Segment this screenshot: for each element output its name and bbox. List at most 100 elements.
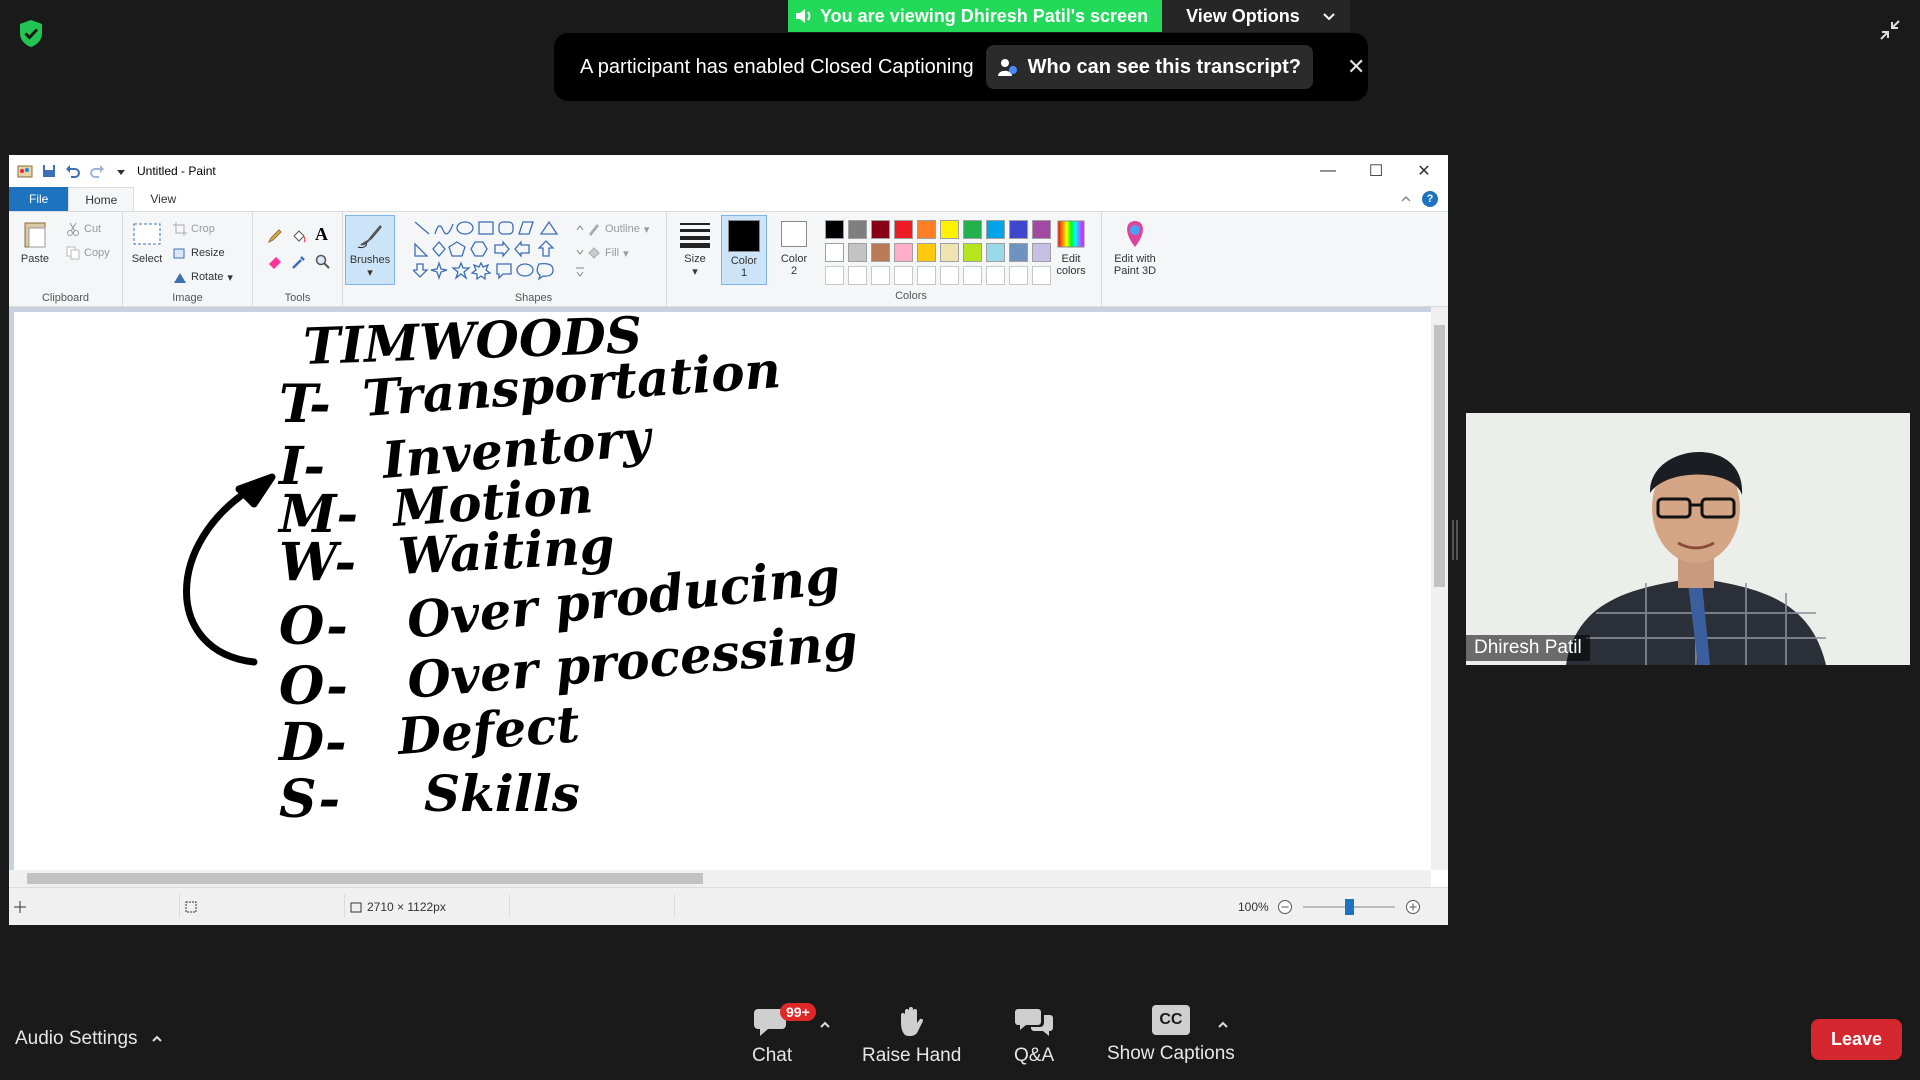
- palette-swatch[interactable]: [894, 243, 913, 262]
- pencil-icon[interactable]: [267, 228, 283, 244]
- color1-button[interactable]: Color 1: [721, 215, 767, 285]
- close-window-button[interactable]: ✕: [1400, 155, 1448, 187]
- maximize-button[interactable]: ☐: [1352, 155, 1400, 187]
- horizontal-scrollbar[interactable]: [9, 870, 1431, 887]
- brush-icon: [357, 225, 382, 248]
- captioning-notice-text: A participant has enabled Closed Caption…: [580, 55, 974, 78]
- palette-swatch[interactable]: [940, 266, 959, 285]
- copy-button[interactable]: Copy: [66, 246, 110, 260]
- security-shield-icon[interactable]: [14, 16, 48, 50]
- leave-button[interactable]: Leave: [1811, 1019, 1902, 1060]
- palette-swatch[interactable]: [986, 266, 1005, 285]
- palette-swatch[interactable]: [825, 243, 844, 262]
- resize-label: Resize: [191, 247, 225, 259]
- handwritten-letter: O-: [279, 596, 348, 657]
- qa-button[interactable]: Q&A: [1014, 1005, 1054, 1067]
- redo-icon[interactable]: [89, 163, 105, 179]
- color2-button[interactable]: Color 2: [773, 218, 815, 277]
- vertical-scroll-thumb[interactable]: [1434, 325, 1445, 587]
- palette-swatch[interactable]: [1009, 243, 1028, 262]
- palette-swatch[interactable]: [848, 243, 867, 262]
- collapse-ribbon-icon[interactable]: [1400, 193, 1412, 205]
- minimize-button[interactable]: —: [1304, 155, 1352, 187]
- undo-icon[interactable]: [65, 163, 81, 179]
- palette-swatch[interactable]: [848, 266, 867, 285]
- captions-options-chevron-icon[interactable]: [1216, 1018, 1230, 1032]
- palette-swatch[interactable]: [917, 266, 936, 285]
- shapes-scroll-arrows[interactable]: [575, 220, 585, 280]
- vertical-scrollbar[interactable]: [1431, 307, 1448, 870]
- color-picker-icon[interactable]: [291, 254, 307, 270]
- palette-swatch[interactable]: [963, 243, 982, 262]
- select-button[interactable]: Select: [131, 218, 163, 265]
- palette-swatch[interactable]: [825, 220, 844, 239]
- view-options-button[interactable]: View Options: [1162, 0, 1350, 32]
- palette-swatch[interactable]: [871, 220, 890, 239]
- select-label: Select: [131, 253, 163, 265]
- raise-hand-button[interactable]: Raise Hand: [862, 1005, 961, 1067]
- palette-swatch[interactable]: [1009, 220, 1028, 239]
- paste-button[interactable]: Paste: [19, 218, 51, 265]
- resize-button[interactable]: Resize: [173, 246, 225, 260]
- exit-fullscreen-icon[interactable]: [1876, 16, 1904, 44]
- panel-splitter-handle[interactable]: [1452, 520, 1458, 560]
- palette-swatch[interactable]: [871, 266, 890, 285]
- tab-file[interactable]: File: [9, 187, 69, 211]
- audio-settings-button[interactable]: Audio Settings: [15, 1028, 164, 1050]
- palette-swatch[interactable]: [940, 220, 959, 239]
- size-label: Size: [684, 253, 706, 265]
- save-icon[interactable]: [41, 163, 57, 179]
- eraser-icon[interactable]: [267, 254, 283, 270]
- zoom-out-icon[interactable]: [1277, 899, 1293, 915]
- show-captions-button[interactable]: CC Show Captions: [1107, 1005, 1235, 1065]
- zoom-in-icon[interactable]: [1405, 899, 1421, 915]
- fill-bucket-icon[interactable]: [291, 228, 307, 244]
- text-tool-icon[interactable]: A: [315, 224, 328, 245]
- tools-group: A Tools: [253, 212, 343, 308]
- size-dropdown-icon: ▾: [692, 266, 698, 278]
- crop-label: Crop: [191, 223, 215, 235]
- palette-swatch[interactable]: [986, 243, 1005, 262]
- palette-swatch[interactable]: [825, 266, 844, 285]
- brushes-dropdown-icon: ▾: [367, 267, 373, 279]
- chat-options-chevron-icon[interactable]: [818, 1018, 832, 1032]
- palette-swatch[interactable]: [1032, 266, 1051, 285]
- cut-button[interactable]: Cut: [66, 222, 101, 236]
- who-can-see-transcript-button[interactable]: Who can see this transcript?: [985, 45, 1313, 89]
- palette-swatch[interactable]: [894, 266, 913, 285]
- zoom-slider-thumb[interactable]: [1345, 899, 1354, 915]
- help-icon[interactable]: ?: [1422, 191, 1438, 207]
- drawing-canvas[interactable]: TIMWOODST- TransportationI- InventoryM- Mot…: [14, 312, 1431, 870]
- rotate-button[interactable]: Rotate ▾: [173, 270, 233, 284]
- close-notification-icon[interactable]: ✕: [1347, 54, 1365, 80]
- tab-home[interactable]: Home: [68, 187, 135, 211]
- palette-swatch[interactable]: [848, 220, 867, 239]
- selection-size-icon: [185, 901, 197, 913]
- tab-view[interactable]: View: [134, 187, 192, 211]
- palette-swatch[interactable]: [1032, 220, 1051, 239]
- horizontal-scroll-thumb[interactable]: [27, 873, 703, 884]
- outline-dropdown[interactable]: Outline ▾: [587, 222, 649, 236]
- brushes-button[interactable]: Brushes ▾: [345, 215, 395, 285]
- palette-swatch[interactable]: [894, 220, 913, 239]
- outline-label: Outline: [605, 223, 640, 235]
- palette-swatch[interactable]: [917, 243, 936, 262]
- palette-swatch[interactable]: [1009, 266, 1028, 285]
- palette-swatch[interactable]: [871, 243, 890, 262]
- palette-swatch[interactable]: [963, 220, 982, 239]
- size-button[interactable]: Size ▾: [673, 218, 717, 278]
- crop-button[interactable]: Crop: [173, 222, 215, 236]
- handwritten-letter: O-: [279, 656, 348, 717]
- palette-swatch[interactable]: [963, 266, 982, 285]
- customize-toolbar-icon[interactable]: [113, 163, 129, 179]
- palette-swatch[interactable]: [1032, 243, 1051, 262]
- edit-with-paint3d-button[interactable]: Edit with Paint 3D: [1105, 218, 1165, 277]
- magnifier-icon[interactable]: [315, 254, 331, 270]
- shapes-gallery[interactable]: [413, 220, 573, 286]
- palette-swatch[interactable]: [917, 220, 936, 239]
- paste-icon: [24, 222, 46, 248]
- palette-swatch[interactable]: [940, 243, 959, 262]
- edit-colors-button[interactable]: Edit colors: [1049, 218, 1093, 277]
- palette-swatch[interactable]: [986, 220, 1005, 239]
- fill-dropdown[interactable]: Fill ▾: [587, 246, 629, 260]
